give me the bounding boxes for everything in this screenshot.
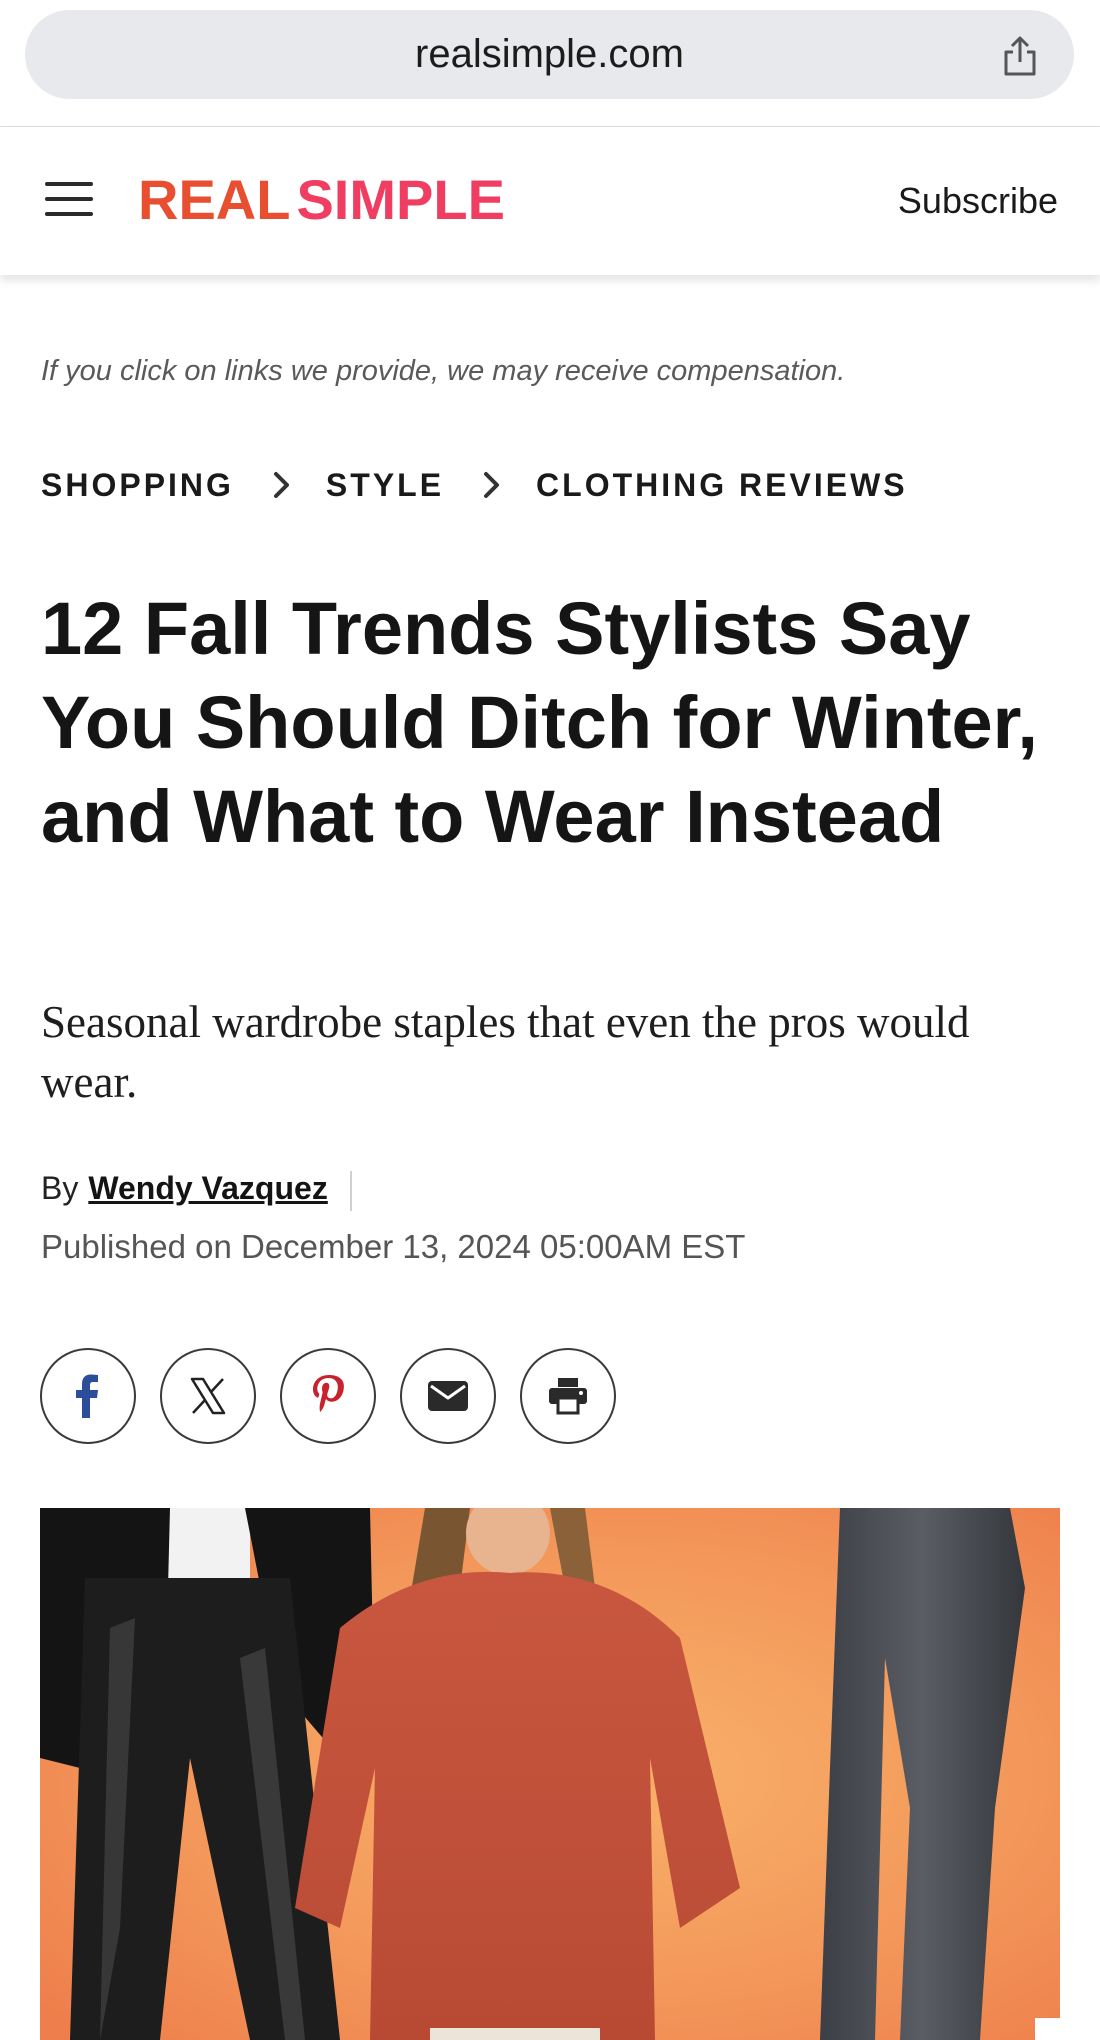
hero-image: [40, 1508, 1060, 2040]
subscribe-link[interactable]: Subscribe: [898, 179, 1058, 223]
browser-chrome: realsimple.com: [0, 0, 1100, 127]
chevron-right-icon: [273, 472, 289, 498]
share-facebook-button[interactable]: [40, 1348, 136, 1444]
social-share-bar: [40, 1348, 640, 1444]
pinterest-icon: [313, 1375, 344, 1412]
breadcrumb: SHOPPING STYLE CLOTHING REVIEWS: [41, 463, 908, 507]
share-pinterest-button[interactable]: [280, 1348, 376, 1444]
facebook-icon: [76, 1374, 98, 1418]
byline-divider: [349, 1170, 352, 1211]
hamburger-menu-icon[interactable]: [45, 182, 93, 218]
publish-date: Published on December 13, 2024 05:00AM E…: [41, 1228, 746, 1265]
print-button[interactable]: [520, 1348, 616, 1444]
article-subtitle: Seasonal wardrobe staples that even the …: [41, 997, 970, 1107]
article-title: 12 Fall Trends Stylists Say You Should D…: [41, 587, 1038, 858]
site-logo[interactable]: REAL SIMPLE: [138, 165, 505, 235]
share-email-button[interactable]: [400, 1348, 496, 1444]
breadcrumb-style[interactable]: STYLE: [326, 467, 444, 504]
share-x-button[interactable]: [160, 1348, 256, 1444]
logo-real: REAL: [138, 168, 291, 231]
url-text[interactable]: realsimple.com: [25, 10, 1074, 99]
byline: By Wendy Vazquez: [41, 1166, 352, 1211]
site-header: REAL SIMPLE Subscribe: [0, 127, 1100, 275]
x-icon: [190, 1377, 226, 1415]
share-icon[interactable]: [998, 34, 1042, 78]
breadcrumb-shopping[interactable]: SHOPPING: [41, 467, 234, 504]
breadcrumb-clothing-reviews[interactable]: CLOTHING REVIEWS: [536, 467, 908, 504]
email-icon: [428, 1381, 468, 1411]
affiliate-disclaimer: If you click on links we provide, we may…: [41, 355, 846, 387]
address-bar[interactable]: realsimple.com: [25, 10, 1074, 99]
fashion-collage-image: [40, 1508, 1060, 2040]
by-label: By: [41, 1170, 79, 1206]
author-link[interactable]: Wendy Vazquez: [88, 1170, 327, 1206]
print-icon: [549, 1378, 587, 1415]
chevron-right-icon: [484, 472, 500, 498]
logo-simple: SIMPLE: [296, 168, 505, 231]
